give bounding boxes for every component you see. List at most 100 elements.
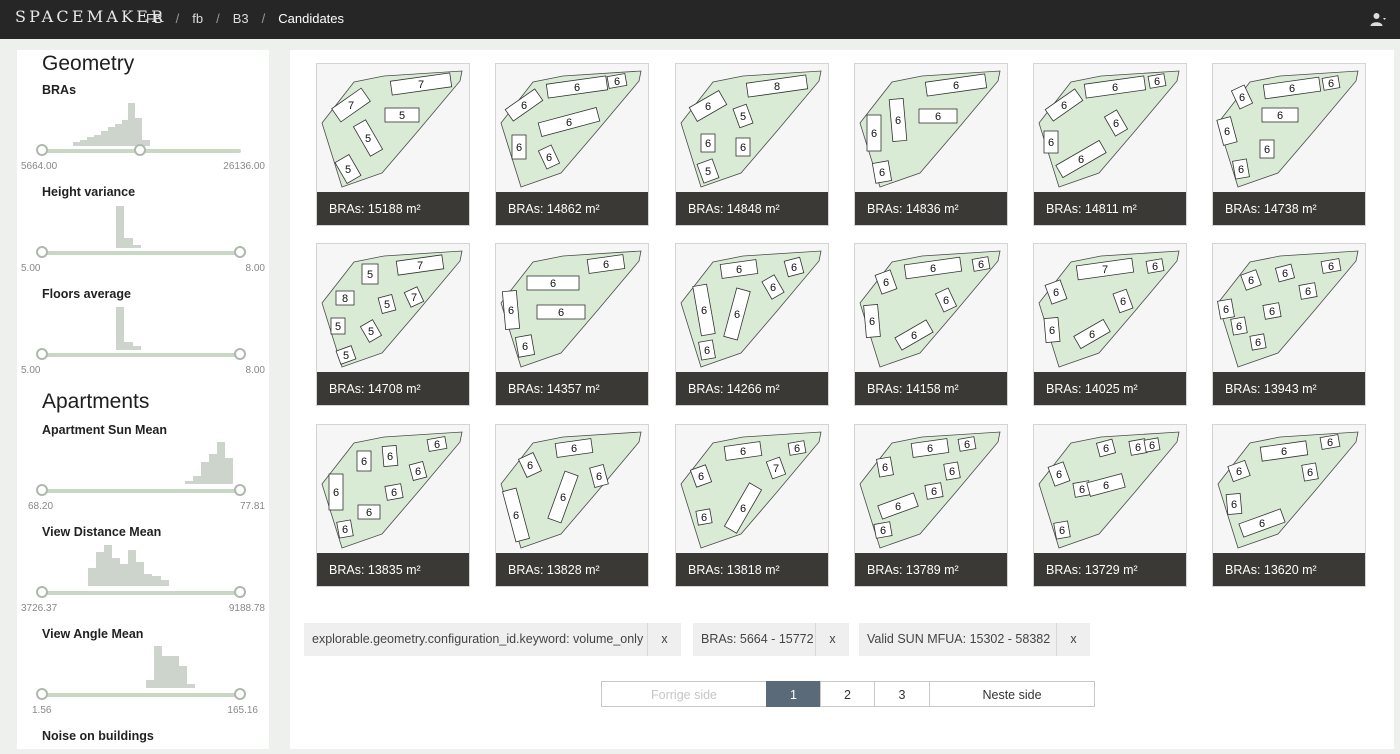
building-floors-label: 6 — [1149, 440, 1155, 452]
site-plan-thumbnail: 6 7 6 6 6 6 — [1038, 250, 1180, 368]
building-floors-label: 6 — [527, 460, 533, 472]
building-floors-label: 6 — [953, 80, 959, 92]
building-floors-label: 6 — [415, 466, 421, 478]
building-floors-label: 7 — [1102, 264, 1108, 276]
slider-height-variance[interactable] — [36, 246, 246, 260]
candidate-card[interactable]: 6 6 6 6 6 BRAs: 13828 m² — [495, 424, 649, 587]
building-floors-label: 6 — [1255, 337, 1261, 349]
slider-max-value: 77.81 — [239, 501, 265, 512]
building-floors-label: 5 — [345, 164, 351, 176]
app-logo[interactable]: SPACEMAKER — [15, 7, 166, 26]
building-floors-label: 6 — [1236, 466, 1242, 478]
building-floors-label: 6 — [1264, 144, 1270, 156]
breadcrumb-fb[interactable]: fb — [192, 11, 203, 26]
building-floors-label: 6 — [698, 471, 704, 483]
building-floors-label: 8 — [774, 81, 780, 93]
filter-label-height-variance: Height variance — [42, 185, 136, 199]
slider-max-handle[interactable] — [234, 246, 246, 258]
candidate-card[interactable]: 6 6 6 6 6 6 BRAs: 14862 m² — [495, 63, 649, 226]
slider-max-handle[interactable] — [234, 348, 246, 360]
slider-min-handle[interactable] — [36, 484, 48, 496]
slider-min-handle[interactable] — [36, 144, 48, 156]
remove-filter-button[interactable]: x — [815, 623, 849, 656]
building-floors-label: 6 — [1328, 78, 1334, 90]
candidate-card[interactable]: 7 7 5 5 5 BRAs: 15188 m² — [316, 63, 470, 226]
building-floors-label: 6 — [1307, 467, 1313, 479]
slider-min-value: 5.00 — [21, 365, 41, 376]
slider-view-distance-mean[interactable] — [36, 586, 246, 600]
slider-apartment-sun-mean[interactable] — [36, 484, 246, 498]
candidate-card[interactable]: 6 6 6 6 6 6 6 6 BRAs: 13943 m² — [1212, 243, 1366, 406]
slider-min-handle[interactable] — [36, 246, 48, 258]
candidate-card[interactable]: 6 6 6 6 6 6 6 BRAs: 14738 m² — [1212, 63, 1366, 226]
site-plan-thumbnail: 6 6 6 6 6 — [500, 431, 642, 549]
building-floors-label: 6 — [1048, 137, 1054, 149]
building-floors-label: 6 — [1248, 275, 1254, 287]
building-floors-label: 6 — [1239, 92, 1245, 104]
filter-label-view-distance-mean: View Distance Mean — [42, 525, 162, 539]
slider-min-handle[interactable] — [36, 586, 48, 598]
building-floors-label: 6 — [1305, 286, 1311, 298]
slider-max-handle[interactable] — [234, 586, 246, 598]
candidate-card[interactable]: 5 7 8 5 7 5 5 5 BRAs: 14708 m² — [316, 243, 470, 406]
building-floors-label: 6 — [566, 117, 572, 129]
building-floors-label: 6 — [1327, 437, 1333, 449]
candidate-card[interactable]: 6 6 6 7 6 6 BRAs: 13818 m² — [675, 424, 829, 587]
candidate-card[interactable]: 6 6 6 6 6 6 BRAs: 14266 m² — [675, 243, 829, 406]
site-plan-thumbnail: 6 6 6 6 6 6 — [1217, 431, 1359, 549]
building-floors-label: 6 — [366, 507, 372, 519]
remove-filter-button[interactable]: x — [1056, 623, 1090, 656]
candidate-card[interactable]: 6 6 6 6 6 6 6 6 BRAs: 13835 m² — [316, 424, 470, 587]
candidate-card[interactable]: 6 6 6 6 6 6 BRAs: 13620 m² — [1212, 424, 1366, 587]
building-floors-label: 6 — [1154, 76, 1160, 88]
slider-floors-average[interactable] — [36, 348, 246, 362]
page-2-button[interactable]: 2 — [820, 681, 875, 707]
candidate-card[interactable]: 6 6 6 6 6 BRAs: 14836 m² — [854, 63, 1008, 226]
candidate-card[interactable]: 6 6 6 6 6 6 BRAs: 14158 m² — [854, 243, 1008, 406]
building-floors-label: 6 — [513, 510, 519, 522]
building-floors-label: 6 — [740, 142, 746, 154]
building-floors-label: 5 — [384, 299, 390, 311]
page-1-button[interactable]: 1 — [766, 681, 821, 707]
breadcrumb-b3[interactable]: B3 — [233, 11, 249, 26]
slider-min-handle[interactable] — [36, 348, 48, 360]
slider-min-value: 1.56 — [32, 705, 52, 716]
previous-page-button[interactable]: Forrige side — [601, 681, 767, 707]
histogram-view-distance-mean — [88, 545, 169, 586]
building-floors-label: 6 — [1061, 100, 1067, 112]
candidate-card[interactable]: 6 6 6 6 6 6 6 BRAs: 13789 m² — [854, 424, 1008, 587]
active-filter-chip: Valid SUN MFUA: 15302 - 58382 x — [859, 623, 1090, 656]
candidate-card[interactable]: 6 6 6 6 6 6 6 BRAs: 13729 m² — [1033, 424, 1187, 587]
building-floors-label: 6 — [701, 512, 707, 524]
next-page-button[interactable]: Neste side — [929, 681, 1095, 707]
candidate-bras-label: BRAs: 14811 m² — [1034, 192, 1186, 225]
candidate-card[interactable]: 6 6 6 6 6 BRAs: 14357 m² — [495, 243, 649, 406]
building-floors-label: 5 — [367, 269, 373, 281]
building-floors-label: 6 — [550, 278, 556, 290]
page-3-button[interactable]: 3 — [874, 681, 930, 707]
building-floors-label: 6 — [927, 443, 933, 455]
building-floors-label: 6 — [869, 316, 875, 328]
building-floors-label: 6 — [387, 451, 393, 463]
slider-min-handle[interactable] — [36, 688, 48, 700]
building-floors-label: 6 — [1079, 484, 1085, 496]
user-icon[interactable] — [1370, 11, 1386, 27]
breadcrumb-separator: / — [175, 11, 180, 26]
filter-sidebar: Geometry BRAs 5664.00 26136.00 Height va… — [17, 50, 269, 749]
building-floors-label: 6 — [930, 263, 936, 275]
slider-max-handle[interactable] — [234, 688, 246, 700]
slider-bras[interactable] — [36, 144, 246, 158]
slider-track — [41, 353, 241, 357]
remove-filter-button[interactable]: x — [647, 623, 681, 656]
building-floors-label: 6 — [1259, 518, 1265, 530]
candidate-card[interactable]: 6 6 6 6 6 6 BRAs: 14811 m² — [1033, 63, 1187, 226]
site-plan-thumbnail: 6 6 6 6 6 6 6 — [1216, 70, 1359, 188]
slider-max-handle[interactable] — [234, 484, 246, 496]
candidate-card[interactable]: 6 7 6 6 6 6 BRAs: 14025 m² — [1033, 243, 1187, 406]
slider-view-angle-mean[interactable] — [36, 688, 246, 702]
building-floors-label: 5 — [705, 166, 711, 178]
slider-max-handle[interactable] — [134, 144, 146, 156]
building-floors-label: 7 — [348, 100, 354, 112]
breadcrumb-fb-upper[interactable]: FB — [146, 11, 163, 26]
candidate-card[interactable]: 6 8 5 6 6 5 BRAs: 14848 m² — [675, 63, 829, 226]
